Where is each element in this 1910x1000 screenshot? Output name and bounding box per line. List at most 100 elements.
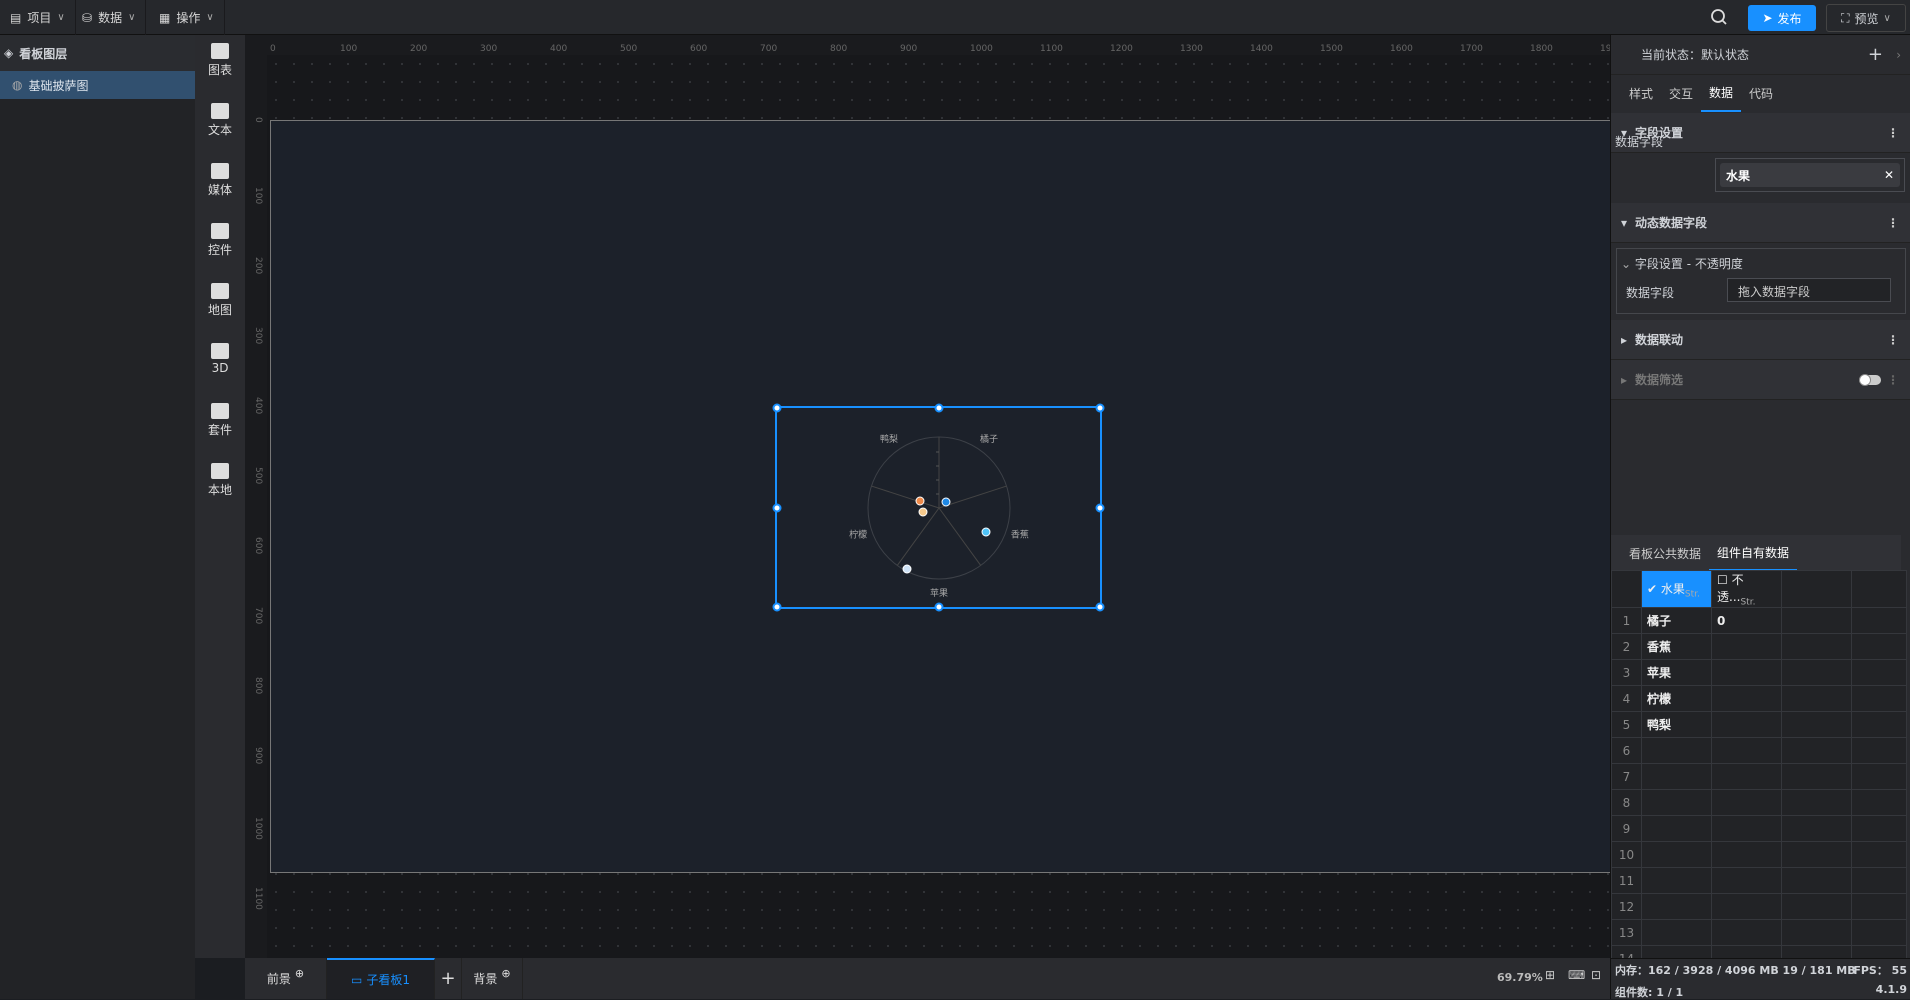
checkbox-checked-icon[interactable]: ✔ bbox=[1647, 582, 1657, 596]
tool-puzzle[interactable]: 本地 bbox=[195, 463, 245, 498]
menu-project[interactable]: ▤ 项目 ∨ bbox=[0, 0, 76, 35]
cell[interactable]: 橘子 bbox=[1641, 607, 1712, 635]
cell[interactable] bbox=[1641, 841, 1712, 869]
tool-map[interactable]: 地图 bbox=[195, 283, 245, 318]
cell[interactable] bbox=[1851, 659, 1907, 687]
column-header[interactable]: ✔ 水果Str. bbox=[1641, 569, 1712, 609]
left-ruler[interactable]: 0100200300400500600700800900100011001200 bbox=[245, 55, 267, 980]
cell[interactable] bbox=[1711, 659, 1782, 687]
resize-handle[interactable] bbox=[772, 602, 782, 612]
publish-button[interactable]: ➤ 发布 bbox=[1748, 5, 1816, 31]
tab-2[interactable]: 数据 bbox=[1701, 75, 1742, 112]
checkbox-icon[interactable]: ☐ bbox=[1717, 573, 1728, 587]
cell[interactable] bbox=[1851, 607, 1907, 635]
more-icon[interactable]: ⋮ bbox=[1887, 333, 1899, 347]
cell[interactable] bbox=[1851, 711, 1907, 739]
cell[interactable] bbox=[1641, 893, 1712, 921]
cell[interactable] bbox=[1851, 737, 1907, 765]
add-board-button[interactable]: + bbox=[435, 958, 462, 999]
cell[interactable] bbox=[1781, 789, 1852, 817]
cell[interactable] bbox=[1781, 685, 1852, 713]
cell[interactable] bbox=[1851, 841, 1907, 869]
cell[interactable] bbox=[1851, 685, 1907, 713]
cell[interactable] bbox=[1781, 763, 1852, 791]
more-icon[interactable]: ⋮ bbox=[1887, 126, 1899, 140]
cell[interactable]: 0 bbox=[1711, 607, 1782, 635]
selection-box[interactable] bbox=[772, 403, 1105, 612]
layer-item[interactable]: ◍ 基础披萨图 bbox=[0, 71, 195, 99]
chevron-right-icon[interactable]: › bbox=[1896, 48, 1901, 62]
cell[interactable] bbox=[1711, 633, 1782, 661]
cell[interactable] bbox=[1851, 893, 1907, 921]
tool-kit[interactable]: 套件 bbox=[195, 403, 245, 438]
tab-sub-board[interactable]: ▭ 子看板1 bbox=[327, 958, 435, 999]
terminal-icon[interactable]: ⊡ bbox=[1591, 968, 1601, 982]
filter-toggle[interactable] bbox=[1859, 373, 1881, 386]
fit-screen-icon[interactable]: ⊞ bbox=[1545, 968, 1555, 982]
cell[interactable] bbox=[1781, 607, 1852, 635]
tool-text[interactable]: 文本 bbox=[195, 103, 245, 138]
cell[interactable] bbox=[1781, 737, 1852, 765]
cell[interactable]: 香蕉 bbox=[1641, 633, 1712, 661]
cell[interactable] bbox=[1711, 789, 1782, 817]
cell[interactable] bbox=[1711, 685, 1782, 713]
more-icon[interactable]: ⋮ bbox=[1887, 216, 1899, 230]
tab-0[interactable]: 样式 bbox=[1621, 75, 1661, 112]
cell[interactable] bbox=[1781, 659, 1852, 687]
cell[interactable] bbox=[1641, 815, 1712, 843]
tab-3[interactable]: 代码 bbox=[1741, 75, 1781, 112]
cell[interactable] bbox=[1851, 763, 1907, 791]
data-filter-section[interactable]: ▸ 数据筛选 ⋮ bbox=[1611, 360, 1910, 400]
cell[interactable] bbox=[1851, 789, 1907, 817]
column-header[interactable]: ☐ 不透...Str. bbox=[1711, 569, 1782, 609]
top-ruler[interactable]: 0 100 200 300 400 500 600 700 800 900 1000 1100 1200… bbox=[245, 35, 1623, 55]
more-icon[interactable]: ⋮ bbox=[1887, 373, 1899, 387]
cell[interactable] bbox=[1781, 867, 1852, 895]
cell[interactable] bbox=[1851, 919, 1907, 947]
data-linkage-section[interactable]: ▸ 数据联动 ⋮ bbox=[1611, 320, 1910, 360]
data-table[interactable]: ✔ 水果Str. ☐ 不透...Str. 1 橘子 0 2 香蕉 3 苹果 4 柠檬 5 鸭梨 6 7 8 9 1… bbox=[1611, 569, 1907, 973]
add-circle-icon[interactable]: ⊕ bbox=[295, 967, 304, 980]
cell[interactable] bbox=[1781, 633, 1852, 661]
preview-button[interactable]: ⛶ 预览 ∨ bbox=[1826, 4, 1906, 32]
data-tab-0[interactable]: 看板公共数据 bbox=[1621, 535, 1709, 571]
tool-media[interactable]: 媒体 bbox=[195, 163, 245, 198]
add-icon[interactable]: + bbox=[1868, 44, 1883, 65]
cell[interactable] bbox=[1641, 737, 1712, 765]
cell[interactable] bbox=[1711, 867, 1782, 895]
cell[interactable] bbox=[1711, 919, 1782, 947]
resize-handle[interactable] bbox=[934, 602, 943, 612]
cell[interactable] bbox=[1851, 867, 1907, 895]
resize-handle[interactable] bbox=[772, 503, 782, 512]
current-state[interactable]: 当前状态：默认状态 bbox=[1641, 46, 1749, 63]
cell[interactable]: 柠檬 bbox=[1641, 685, 1712, 713]
opacity-field-input[interactable]: 拖入数据字段 bbox=[1727, 278, 1891, 302]
cell[interactable] bbox=[1711, 711, 1782, 739]
keyboard-icon[interactable]: ⌨ bbox=[1568, 968, 1585, 982]
tool-widget[interactable]: 控件 bbox=[195, 223, 245, 258]
cell[interactable] bbox=[1641, 867, 1712, 895]
zoom-level[interactable]: 69.79% bbox=[1497, 971, 1543, 984]
cell[interactable] bbox=[1851, 815, 1907, 843]
cell[interactable] bbox=[1851, 633, 1907, 661]
menu-data[interactable]: ⛁ 数据 ∨ bbox=[72, 0, 147, 35]
cell[interactable] bbox=[1781, 711, 1852, 739]
cell[interactable] bbox=[1781, 919, 1852, 947]
cell[interactable] bbox=[1711, 737, 1782, 765]
tab-foreground[interactable]: 前景 ⊕ bbox=[245, 958, 327, 999]
cell[interactable] bbox=[1781, 841, 1852, 869]
resize-handle[interactable] bbox=[1095, 403, 1105, 413]
cell[interactable] bbox=[1711, 815, 1782, 843]
menu-operation[interactable]: ▦ 操作 ∨ bbox=[149, 0, 225, 35]
tool-cube[interactable]: 3D bbox=[195, 343, 245, 375]
dynamic-field-section[interactable]: ▾ 动态数据字段 ⋮ bbox=[1611, 203, 1910, 243]
tab-1[interactable]: 交互 bbox=[1661, 75, 1701, 112]
cell[interactable]: 苹果 bbox=[1641, 659, 1712, 687]
resize-handle[interactable] bbox=[772, 403, 782, 413]
cell[interactable] bbox=[1711, 763, 1782, 791]
cell[interactable] bbox=[1711, 841, 1782, 869]
tab-background[interactable]: 背景 ⊕ bbox=[462, 958, 523, 999]
cell[interactable] bbox=[1641, 919, 1712, 947]
resize-handle[interactable] bbox=[1095, 503, 1105, 512]
data-field-dropzone[interactable]: 水果 ✕ bbox=[1715, 158, 1905, 192]
